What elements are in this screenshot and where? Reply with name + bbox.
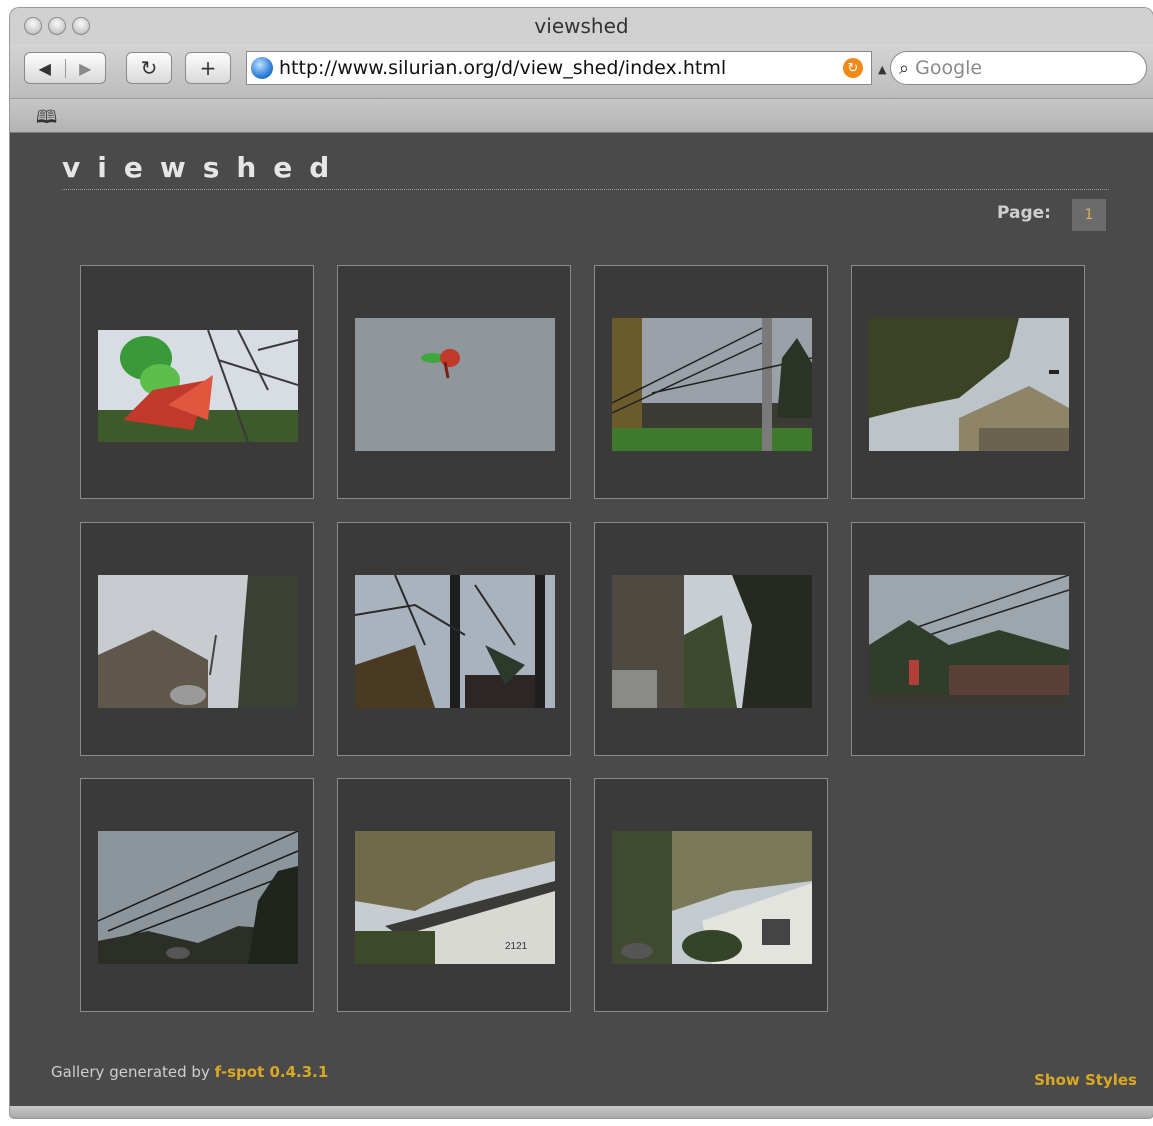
reload-button[interactable]: ↻: [126, 52, 172, 84]
footer-credit: Gallery generated by f-spot 0.4.3.1: [51, 1063, 328, 1081]
gallery-title: viewshed: [62, 151, 347, 184]
photo-tree-house[interactable]: [869, 318, 1069, 451]
search-field[interactable]: ⌕ Google: [890, 51, 1147, 85]
thumbnail[interactable]: [80, 778, 314, 1012]
photo-power-lines-building[interactable]: [869, 575, 1069, 708]
browser-window: viewshed ◀ ▶ ↻ + http://www.silurian.org…: [10, 8, 1153, 1118]
search-placeholder: Google: [915, 57, 983, 79]
thumbnail[interactable]: [594, 778, 828, 1012]
title-divider: [62, 189, 1109, 190]
svg-text:2121: 2121: [505, 941, 528, 952]
photo-power-lines-street[interactable]: [98, 831, 298, 964]
thumbnail[interactable]: 2121: [337, 778, 571, 1012]
thumbnail[interactable]: [594, 265, 828, 499]
url-text[interactable]: http://www.silurian.org/d/view_shed/inde…: [279, 57, 843, 79]
address-bar[interactable]: http://www.silurian.org/d/view_shed/inde…: [246, 51, 872, 85]
add-bookmark-button[interactable]: +: [185, 52, 231, 84]
back-button[interactable]: ◀: [25, 59, 65, 78]
photo-white-house[interactable]: [612, 831, 812, 964]
f-spot-link[interactable]: f-spot 0.4.3.1: [215, 1063, 329, 1081]
page-number-link[interactable]: 1: [1072, 199, 1106, 231]
bookmarks-bar: 🕮: [10, 99, 1153, 133]
photo-balloons[interactable]: [98, 330, 298, 442]
window-bottom-bar: [10, 1106, 1153, 1118]
thumbnail[interactable]: [80, 522, 314, 756]
photo-house-2121[interactable]: 2121: [355, 831, 555, 964]
photo-street-pole[interactable]: [612, 318, 812, 451]
photo-house-corner[interactable]: [612, 575, 812, 708]
footer-prefix: Gallery generated by: [51, 1063, 210, 1081]
show-styles-link[interactable]: Show Styles: [1034, 1071, 1137, 1089]
forward-button[interactable]: ▶: [64, 58, 106, 78]
thumbnail[interactable]: [80, 265, 314, 499]
photo-garage-evergreen[interactable]: [98, 575, 298, 708]
thumbnail[interactable]: [851, 265, 1085, 499]
window-title: viewshed: [534, 14, 629, 38]
search-icon[interactable]: ⌕: [899, 58, 909, 79]
globe-icon: [251, 57, 273, 79]
thumbnail[interactable]: [337, 265, 571, 499]
thumbnail[interactable]: [337, 522, 571, 756]
photo-bare-trees-roof[interactable]: [355, 575, 555, 708]
thumbnail[interactable]: [594, 522, 828, 756]
photo-floating-balloon[interactable]: [355, 318, 555, 451]
page-content: viewshed Page: 1 2121 Gallery generated …: [10, 133, 1153, 1106]
title-bar: viewshed: [10, 8, 1153, 44]
page-label: Page:: [997, 203, 1051, 223]
thumbnail[interactable]: [851, 522, 1085, 756]
browser-toolbar: ◀ ▶ ↻ + http://www.silurian.org/d/view_s…: [10, 44, 1153, 99]
rss-icon[interactable]: ↻: [843, 58, 863, 78]
book-icon[interactable]: 🕮: [36, 105, 57, 135]
back-forward-buttons: ◀ ▶: [24, 52, 106, 84]
snapback-caret-icon[interactable]: ▲: [878, 63, 886, 76]
